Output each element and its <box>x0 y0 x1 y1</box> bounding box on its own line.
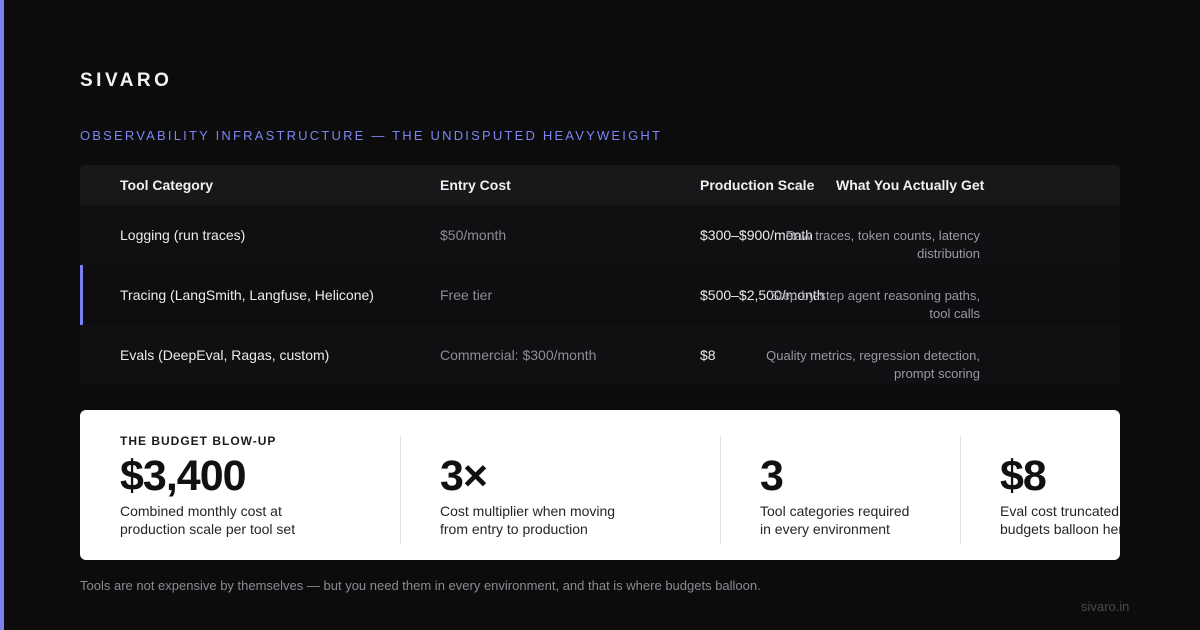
stat-divider <box>400 436 401 544</box>
table-row: Tracing (LangSmith, Langfuse, Helicone) … <box>80 265 1120 325</box>
stat-divider <box>960 436 961 544</box>
row-what-you-get: Raw traces, token counts, latency distri… <box>785 228 980 261</box>
footnote: Tools are not expensive by themselves — … <box>80 578 761 593</box>
row-what-you-get: Step-by-step agent reasoning paths, tool… <box>770 288 980 321</box>
row-entry-cost: Free tier <box>440 287 493 303</box>
row-production-scale: $8 <box>700 347 716 363</box>
stat-desc-multiplier: Cost multiplier when moving from entry t… <box>440 503 616 537</box>
cost-table: Tool Category Entry Cost Production Scal… <box>80 165 1120 385</box>
brand-logo: SIVARO <box>80 70 173 91</box>
stat-desc-eval-cost: Eval cost truncated — budgets balloon he… <box>1000 503 1120 537</box>
stat-value-eval-cost: $8 <box>1000 452 1047 500</box>
stats-card: THE BUDGET BLOW-UP $3,400 Combined month… <box>80 410 1120 560</box>
stats-kicker: THE BUDGET BLOW-UP <box>120 434 277 448</box>
stat-value-categories: 3 <box>760 452 784 500</box>
row-entry-cost: Commercial: $300/month <box>440 347 597 363</box>
header-production-scale: Production Scale <box>700 177 815 193</box>
site-url: sivaro.in <box>1081 599 1130 614</box>
table-row: Logging (run traces) $50/month $300–$900… <box>80 205 1120 265</box>
table-row: Evals (DeepEval, Ragas, custom) Commerci… <box>80 325 1120 385</box>
stat-desc-categories: Tool categories required in every enviro… <box>760 503 910 537</box>
stat-value-multiplier: 3× <box>440 452 488 500</box>
row-category: Logging (run traces) <box>120 227 246 243</box>
header-entry-cost: Entry Cost <box>440 177 511 193</box>
table-header: Tool Category Entry Cost Production Scal… <box>80 165 1120 205</box>
row-category: Evals (DeepEval, Ragas, custom) <box>120 347 330 363</box>
stat-divider <box>720 436 721 544</box>
row-entry-cost: $50/month <box>440 227 507 243</box>
stat-desc-combined-cost: Combined monthly cost at production scal… <box>120 503 296 537</box>
header-what-you-get: What You Actually Get <box>836 177 985 193</box>
accent-bar <box>0 0 4 630</box>
row-what-you-get: Quality metrics, regression detection, p… <box>766 348 980 381</box>
stat-value-combined-cost: $3,400 <box>120 452 247 500</box>
row-category: Tracing (LangSmith, Langfuse, Helicone) <box>120 287 374 303</box>
section-eyebrow: OBSERVABILITY INFRASTRUCTURE — THE UNDIS… <box>80 128 663 143</box>
header-tool-category: Tool Category <box>120 177 214 193</box>
